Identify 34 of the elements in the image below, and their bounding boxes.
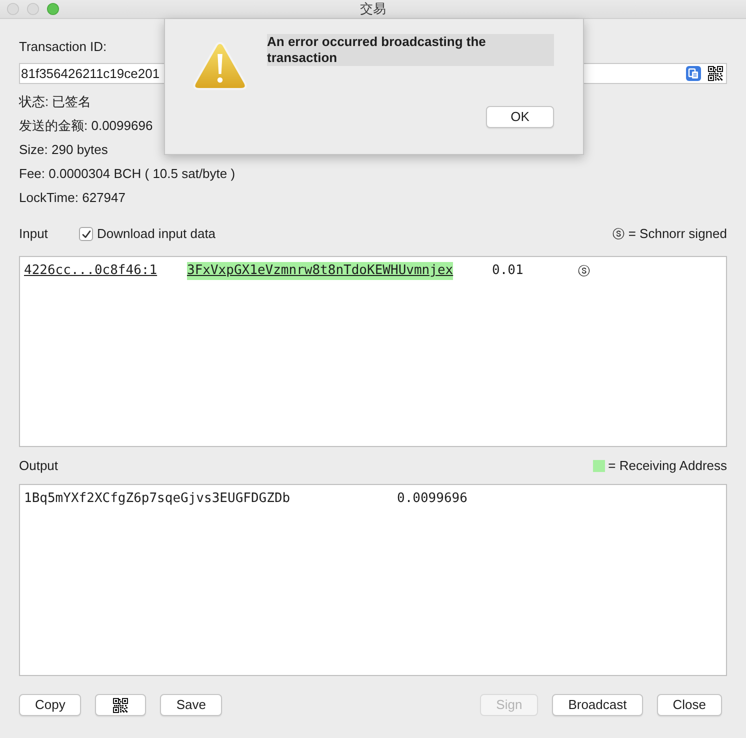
ok-button[interactable]: OK bbox=[486, 106, 554, 128]
action-button[interactable]: Save bbox=[160, 694, 222, 716]
window-title: 交易 bbox=[360, 1, 386, 17]
qr-code-icon[interactable] bbox=[708, 66, 723, 81]
detail-text: 发送的金额: 0.0099696 bbox=[19, 118, 153, 134]
action-button[interactable]: Copy bbox=[19, 694, 82, 716]
output-section-label: Output bbox=[19, 458, 58, 474]
window-zoom-icon[interactable] bbox=[47, 3, 59, 15]
input-section-label: Input bbox=[19, 226, 49, 242]
legend-swatch-icon bbox=[593, 460, 606, 472]
detail-text: Fee: 0.0000304 BCH ( 10.5 sat/byte ) bbox=[19, 166, 236, 182]
qr-code-icon bbox=[113, 698, 128, 712]
schnorr-symbol: ⓢ bbox=[578, 263, 590, 279]
detail-text: Size: 290 bytes bbox=[19, 142, 108, 158]
address-link[interactable]: 3FxVxpGX1eVzmnrw8t8nTdoKEWHUvmnjex bbox=[187, 262, 454, 280]
outpoint-link[interactable]: 4226cc...0c8f46:1 bbox=[24, 263, 158, 278]
detail-text: 状态: 已签名 bbox=[19, 94, 92, 110]
qr-code-button[interactable] bbox=[95, 694, 146, 716]
copy-icon[interactable] bbox=[686, 66, 701, 81]
schnorr-legend-text: = Schnorr signed bbox=[628, 226, 727, 242]
action-button[interactable]: Close bbox=[656, 694, 722, 716]
transaction-id-value: 81f356426211c19ce201 bbox=[21, 66, 160, 82]
error-message: An error occurred broadcasting the transaction bbox=[267, 34, 554, 66]
detail-text: LockTime: 627947 bbox=[19, 190, 126, 206]
warning-icon bbox=[192, 41, 248, 91]
download-input-label[interactable]: Download input data bbox=[97, 226, 216, 242]
receiving-legend-text: = Receiving Address bbox=[608, 458, 727, 474]
action-button[interactable]: Broadcast bbox=[552, 694, 643, 716]
amount-text: 0.0099696 bbox=[397, 491, 468, 507]
download-input-checkbox[interactable] bbox=[79, 227, 93, 241]
schnorr-symbol: ⓢ bbox=[612, 226, 624, 242]
address-text: 1Bq5mYXf2XCfgZ6p7sqeGjvs3EUGFDGZDb bbox=[24, 490, 290, 508]
amount-text: 0.01 bbox=[492, 263, 524, 278]
transaction-id-label: Transaction ID: bbox=[19, 39, 107, 54]
